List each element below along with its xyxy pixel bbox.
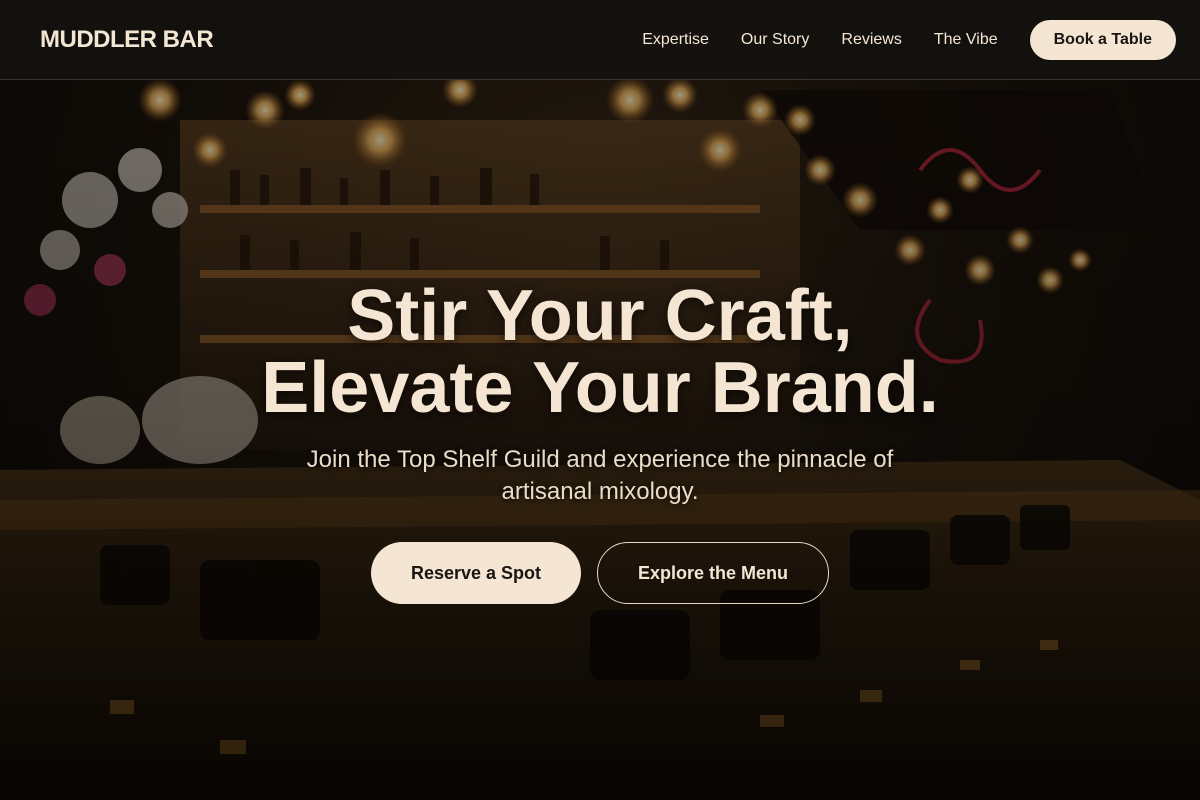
hero-title-line-1: Stir Your Craft,: [347, 276, 853, 356]
main-nav: Expertise Our Story Reviews The Vibe Boo…: [642, 19, 1176, 60]
hero-cta-row: Reserve a Spot Explore the Menu: [371, 542, 829, 604]
hero-subtitle: Join the Top Shelf Guild and experience …: [306, 446, 894, 505]
reserve-spot-button[interactable]: Reserve a Spot: [371, 542, 581, 604]
hero-title: Stir Your Craft, Elevate Your Brand.: [261, 280, 939, 424]
nav-link-reviews[interactable]: Reviews: [841, 31, 901, 49]
site-header: MUDDLER BAR Expertise Our Story Reviews …: [0, 0, 1200, 80]
book-table-button[interactable]: Book a Table: [1029, 19, 1176, 60]
site-logo[interactable]: MUDDLER BAR: [40, 26, 214, 54]
hero-title-line-2: Elevate Your Brand.: [261, 348, 939, 428]
nav-link-expertise[interactable]: Expertise: [642, 31, 709, 49]
nav-link-our-story[interactable]: Our Story: [741, 31, 809, 49]
hero-section: Stir Your Craft, Elevate Your Brand. Joi…: [0, 80, 1200, 800]
explore-menu-button[interactable]: Explore the Menu: [597, 542, 829, 604]
nav-link-the-vibe[interactable]: The Vibe: [934, 31, 998, 49]
